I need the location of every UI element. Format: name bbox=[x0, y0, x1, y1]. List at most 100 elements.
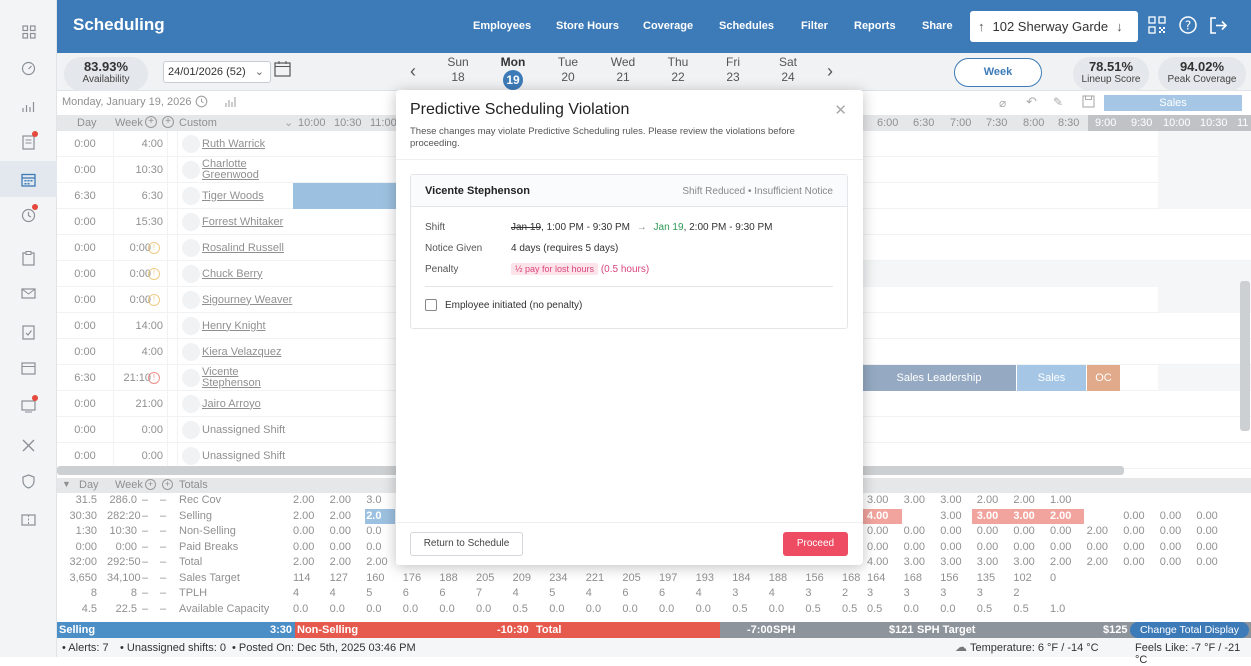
svg-text:?: ? bbox=[1185, 19, 1191, 33]
summary-sph: SPH bbox=[773, 624, 796, 636]
proceed-button[interactable]: Proceed bbox=[783, 532, 848, 556]
prev-week-icon[interactable]: ‹ bbox=[410, 61, 416, 82]
store-name: 102 Sherway Garde bbox=[992, 19, 1109, 34]
day-thu[interactable]: Thu 22 bbox=[658, 55, 698, 84]
nav-employees[interactable]: Employees bbox=[473, 20, 531, 32]
logout-icon[interactable] bbox=[1209, 16, 1228, 35]
arrow-down-icon[interactable]: ↓ bbox=[1116, 19, 1123, 34]
day-sun[interactable]: Sun 18 bbox=[438, 55, 478, 84]
store-selector[interactable]: ↑ 102 Sherway Garde ↓ bbox=[970, 11, 1138, 42]
nav-schedules[interactable]: Schedules bbox=[719, 20, 774, 32]
unassigned-count: • Unassigned shifts: 0 bbox=[120, 642, 226, 654]
predictive-scheduling-modal: Predictive Scheduling Violation ✕ These … bbox=[396, 90, 863, 565]
day-label: Sat bbox=[778, 55, 797, 69]
violation-employee: Vicente Stephenson bbox=[425, 185, 530, 197]
nav-reports[interactable]: Reports bbox=[854, 20, 896, 32]
violation-tags: Shift Reduced • Insufficient Notice bbox=[682, 186, 833, 197]
nav-filter[interactable]: Filter bbox=[801, 20, 828, 32]
register-icon[interactable] bbox=[0, 350, 57, 386]
day-number: 24 bbox=[781, 70, 795, 84]
day-number: 22 bbox=[671, 70, 685, 84]
arrow-up-icon[interactable]: ↑ bbox=[978, 19, 985, 34]
summary-nonselling: Non-Selling bbox=[297, 624, 359, 636]
employee-initiated-row[interactable]: Employee initiated (no penalty) bbox=[425, 299, 582, 311]
gauge-icon[interactable] bbox=[0, 50, 57, 86]
next-week-icon[interactable]: › bbox=[827, 61, 833, 82]
summary-nonselling-value: -10:30 bbox=[497, 624, 529, 636]
day-number: 19 bbox=[503, 70, 523, 90]
nav-share[interactable]: Share bbox=[922, 20, 953, 32]
summary-bar: Selling 3:30 Non-Selling -10:30 Total -7… bbox=[57, 622, 1251, 638]
day-label: Thu bbox=[667, 55, 689, 69]
calendar-icon[interactable] bbox=[0, 161, 57, 197]
alerts-count[interactable]: • Alerts: 7 bbox=[62, 642, 109, 654]
apps-grid-icon[interactable] bbox=[0, 14, 57, 50]
day-sat[interactable]: Sat 24 bbox=[768, 55, 808, 84]
availability-pill: 83.93% Availability bbox=[64, 57, 148, 91]
day-tue[interactable]: Tue 20 bbox=[548, 55, 588, 84]
feels-like: Feels Like: -7 °F / -21 °C bbox=[1135, 642, 1241, 666]
shift-label: Shift bbox=[425, 222, 446, 233]
week-toolbar: 83.93% Availability 24/01/2026 (52) ⌄ ‹ … bbox=[57, 53, 1251, 91]
week-select[interactable]: 24/01/2026 (52) ⌄ bbox=[163, 61, 271, 83]
top-bar: Scheduling Employees Store Hours Coverag… bbox=[57, 0, 1251, 53]
day-wed[interactable]: Wed 21 bbox=[603, 55, 643, 84]
peak-coverage-value: 94.02% bbox=[1179, 59, 1225, 74]
nav-coverage[interactable]: Coverage bbox=[643, 20, 693, 32]
old-shift-time: , 1:00 PM - 9:30 PM bbox=[541, 222, 630, 233]
summary-selling: Selling bbox=[59, 624, 96, 636]
temperature: Temperature: 6 °F / -14 °C bbox=[970, 642, 1099, 654]
penalty-hours: (0.5 hours) bbox=[600, 264, 650, 275]
close-icon[interactable]: ✕ bbox=[834, 101, 847, 119]
analytics-icon[interactable] bbox=[0, 88, 57, 124]
weather-icon: ☁ bbox=[955, 640, 967, 654]
shield-icon[interactable] bbox=[0, 463, 57, 499]
arrow-right-icon: → bbox=[636, 222, 647, 233]
qr-code-icon[interactable] bbox=[1147, 15, 1167, 35]
view-week-button[interactable]: Week bbox=[954, 58, 1042, 87]
day-label: Tue bbox=[557, 55, 579, 69]
status-footer: • Alerts: 7 • Unassigned shifts: 0 • Pos… bbox=[57, 638, 1251, 666]
lineup-score-label: Lineup Score bbox=[1081, 74, 1141, 85]
modal-subtitle: These changes may violate Predictive Sch… bbox=[410, 126, 795, 149]
day-mon[interactable]: Mon 19 bbox=[493, 55, 533, 90]
day-number: 20 bbox=[561, 70, 575, 84]
calendar-picker-icon[interactable] bbox=[274, 60, 291, 77]
notice-value: 4 days (requires 5 days) bbox=[511, 243, 619, 254]
notification-dot bbox=[32, 131, 38, 137]
message-icon[interactable] bbox=[0, 276, 57, 312]
new-shift-date: Jan 19 bbox=[653, 222, 684, 233]
clipboard-icon[interactable] bbox=[0, 240, 57, 276]
left-rail bbox=[0, 0, 57, 657]
app-title: Scheduling bbox=[73, 15, 165, 34]
penalty-label: Penalty bbox=[425, 264, 459, 275]
new-shift-time: , 2:00 PM - 9:30 PM bbox=[683, 222, 773, 233]
report-icon[interactable] bbox=[0, 124, 57, 160]
change-total-display-button[interactable]: Change Total Display bbox=[1130, 622, 1249, 638]
notification-dot bbox=[32, 395, 38, 401]
clock-icon[interactable] bbox=[0, 197, 57, 233]
lineup-score-value: 78.51% bbox=[1088, 59, 1134, 74]
notice-label: Notice Given bbox=[425, 243, 483, 254]
employee-initiated-checkbox[interactable] bbox=[425, 299, 437, 311]
chevron-down-icon: ⌄ bbox=[254, 66, 264, 78]
summary-sph-target-value: $125 bbox=[1103, 624, 1128, 636]
summary-selling-value: 3:30 bbox=[270, 624, 293, 636]
day-label: Mon bbox=[500, 55, 526, 69]
day-label: Sun bbox=[447, 55, 469, 69]
day-fri[interactable]: Fri 23 bbox=[713, 55, 753, 84]
help-icon[interactable]: ? bbox=[1178, 15, 1198, 35]
tools-icon[interactable] bbox=[0, 427, 57, 463]
summary-total-value: -7:00 bbox=[747, 624, 773, 636]
notification-dot bbox=[32, 204, 38, 210]
document-check-icon[interactable] bbox=[0, 314, 57, 350]
task-icon[interactable] bbox=[0, 388, 57, 424]
summary-sph-target: SPH Target bbox=[917, 624, 976, 636]
nav-store-hours[interactable]: Store Hours bbox=[556, 20, 619, 32]
modal-title: Predictive Scheduling Violation bbox=[410, 101, 630, 118]
ticket-icon[interactable] bbox=[0, 502, 57, 538]
old-shift-date: Jan 19 bbox=[511, 222, 542, 233]
day-number: 23 bbox=[726, 70, 740, 84]
violation-card: Vicente Stephenson Shift Reduced • Insuf… bbox=[410, 174, 848, 329]
return-to-schedule-button[interactable]: Return to Schedule bbox=[410, 532, 523, 556]
